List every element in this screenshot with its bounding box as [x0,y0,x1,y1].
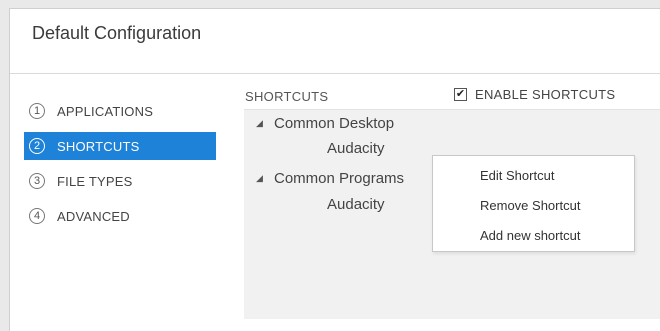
panel-title: SHORTCUTS [245,89,329,104]
menu-item-add-new-shortcut[interactable]: Add new shortcut [480,228,580,243]
nav-item-label: APPLICATIONS [57,103,154,119]
nav-item-shortcuts[interactable]: 2 SHORTCUTS [24,132,216,160]
nav-item-file-types[interactable]: 3 FILE TYPES [24,167,216,195]
tree-group-common-programs[interactable]: ◢ Common Programs [256,170,404,187]
page-title: Default Configuration [32,23,202,43]
enable-shortcuts-label: ENABLE SHORTCUTS [475,87,616,102]
enable-shortcuts-checkbox[interactable]: ✔ [454,88,467,101]
nav-item-label: SHORTCUTS [57,138,140,154]
step-number-2: 2 [29,138,45,154]
nav-item-advanced[interactable]: 4 ADVANCED [24,202,216,230]
step-number-3: 3 [29,173,45,189]
menu-item-edit-shortcut[interactable]: Edit Shortcut [480,168,554,183]
checkmark-icon: ✔ [455,88,466,100]
nav-item-label: FILE TYPES [57,173,133,189]
header-divider [10,73,660,74]
enable-shortcuts-toggle[interactable]: ✔ ENABLE SHORTCUTS [454,87,615,102]
nav-item-applications[interactable]: 1 APPLICATIONS [24,97,216,125]
panel-header: SHORTCUTS ✔ ENABLE SHORTCUTS [244,75,660,110]
expand-arrow-icon[interactable]: ◢ [256,173,268,184]
tree-item-audacity-programs[interactable]: Audacity [327,196,385,213]
tree-group-common-desktop[interactable]: ◢ Common Desktop [256,115,394,132]
wizard-steps-nav: 1 APPLICATIONS 2 SHORTCUTS 3 FILE TYPES … [24,97,216,230]
tree-group-label: Common Desktop [274,115,395,132]
nav-item-label: ADVANCED [57,208,130,224]
expand-arrow-icon[interactable]: ◢ [256,118,268,129]
step-number-1: 1 [29,103,45,119]
context-menu: Edit Shortcut Remove Shortcut Add new sh… [432,155,635,252]
tree-item-audacity-desktop[interactable]: Audacity [327,140,385,157]
step-number-4: 4 [29,208,45,224]
menu-item-remove-shortcut[interactable]: Remove Shortcut [480,198,580,213]
tree-group-label: Common Programs [274,170,405,187]
